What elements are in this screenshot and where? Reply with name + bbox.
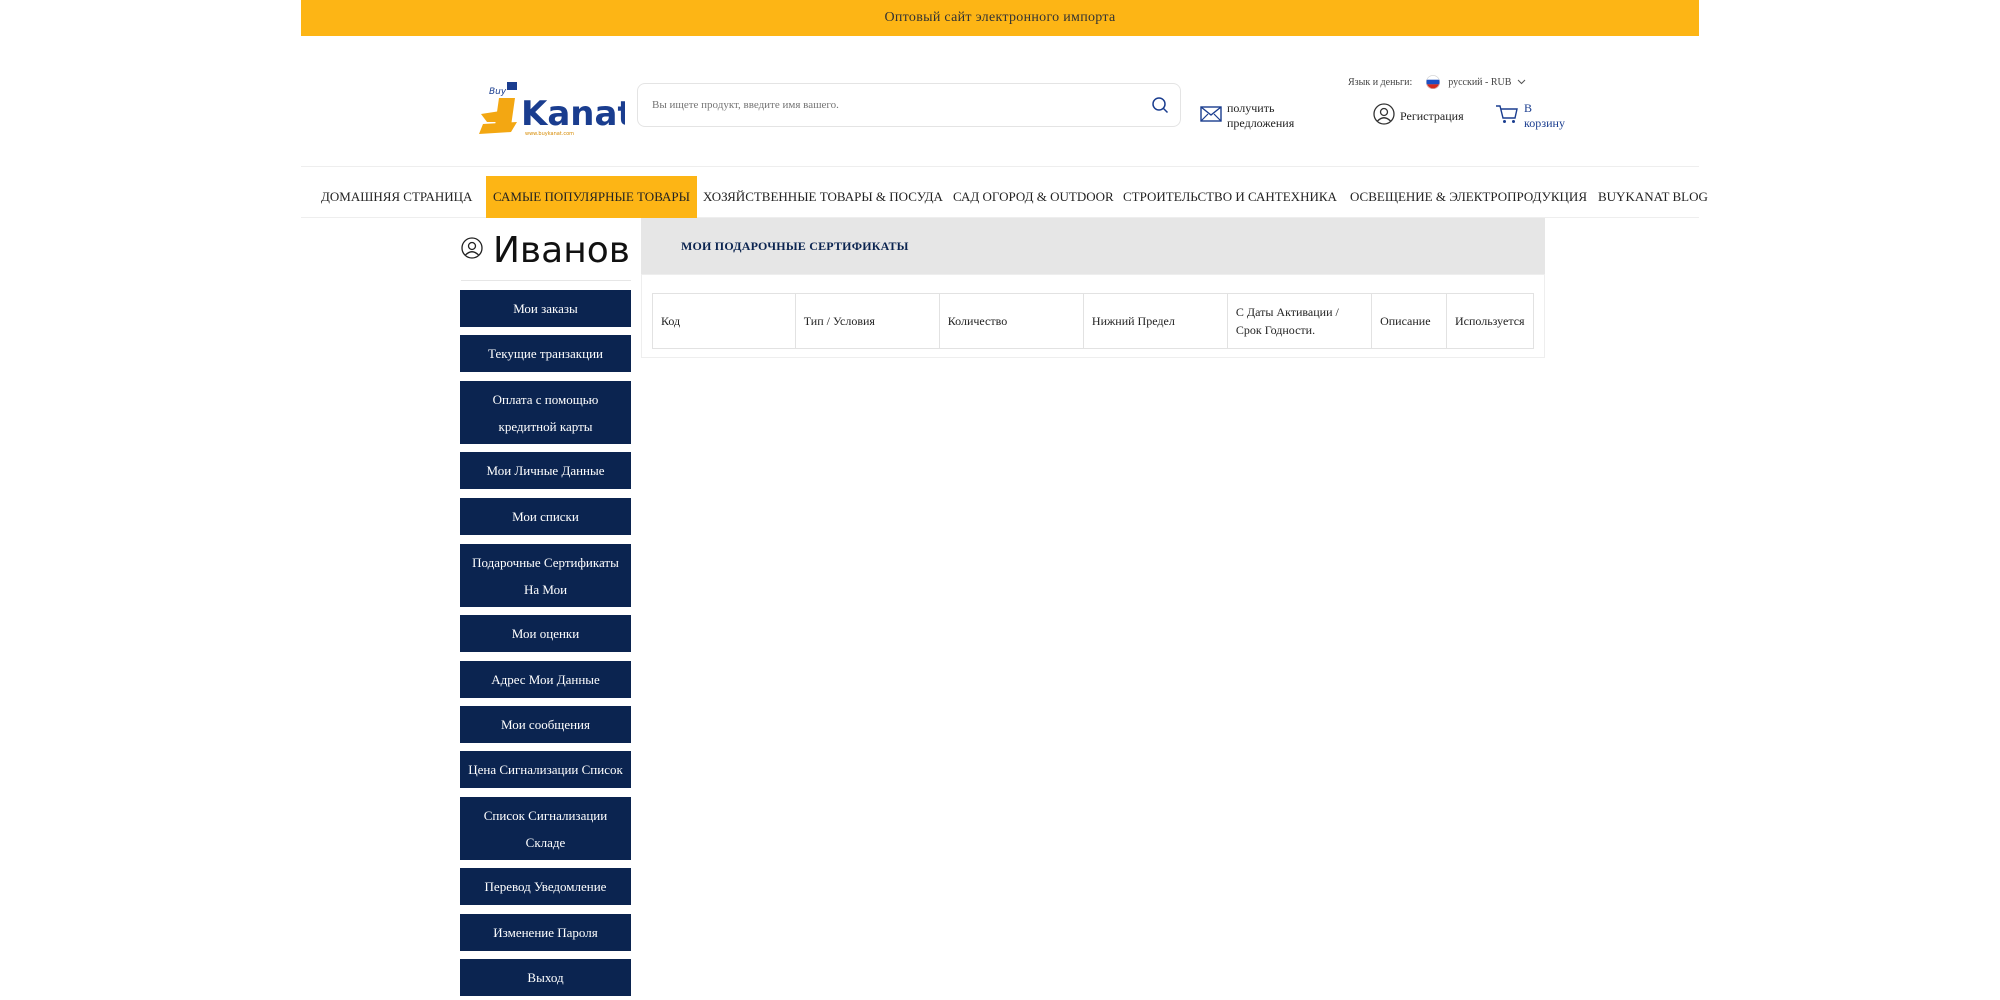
sidebar-item-personal-data[interactable]: Мои Личные Данные: [460, 452, 631, 489]
gift-certificates-panel: Код Тип / Условия Количество Нижний Пред…: [641, 274, 1545, 358]
user-name: Иванов: [493, 229, 630, 271]
get-offers-label: получить предложения: [1227, 101, 1295, 130]
nav-item-popular[interactable]: САМЫЕ ПОПУЛЯРНЫЕ ТОВАРЫ: [486, 176, 697, 218]
sidebar-item-orders[interactable]: Мои заказы: [460, 290, 631, 327]
sidebar-item-address[interactable]: Адрес Мои Данные: [460, 661, 631, 698]
column-header-type: Тип / Условия: [794, 293, 940, 349]
envelope-icon: [1200, 106, 1227, 126]
gift-certificates-table: Код Тип / Условия Количество Нижний Пред…: [652, 293, 1535, 349]
table-header-row: Код Тип / Условия Количество Нижний Пред…: [652, 293, 1535, 349]
register-label: Регистрация: [1400, 108, 1464, 123]
panel-title: МОИ ПОДАРОЧНЫЕ СЕРТИФИКАТЫ: [681, 238, 909, 253]
cart-link[interactable]: В корзину: [1495, 101, 1565, 130]
column-header-quantity: Количество: [938, 293, 1084, 349]
language-value: русский - RUB: [1448, 76, 1512, 88]
sidebar-item-messages[interactable]: Мои сообщения: [460, 706, 631, 743]
column-header-used: Используется: [1445, 293, 1535, 349]
search-icon[interactable]: [1140, 85, 1180, 125]
sidebar-item-price-alerts[interactable]: Цена Сигнализации Список: [460, 751, 631, 788]
user-avatar-icon: [461, 236, 483, 264]
sidebar-item-logout[interactable]: Выход: [460, 959, 631, 996]
sidebar-item-transfer-notice[interactable]: Перевод Уведомление: [460, 868, 631, 905]
panel-header: МОИ ПОДАРОЧНЫЕ СЕРТИФИКАТЫ: [641, 218, 1545, 274]
sidebar-item-lists[interactable]: Мои списки: [460, 498, 631, 535]
nav-item-home[interactable]: ДОМАШНЯЯ СТРАНИЦА: [314, 176, 479, 218]
sidebar-item-gift-certificates[interactable]: Подарочные Сертификаты На Мои: [460, 544, 631, 607]
sidebar-item-card-payment[interactable]: Оплата с помощью кредитной карты: [460, 381, 631, 444]
top-banner-text: Оптовый сайт электронного импорта: [884, 10, 1116, 25]
get-offers-link[interactable]: получить предложения: [1200, 101, 1295, 130]
register-link[interactable]: Регистрация: [1373, 102, 1464, 130]
sidebar-item-stock-alerts[interactable]: Список Сигнализации Складе: [460, 797, 631, 860]
main-nav: ДОМАШНЯЯ СТРАНИЦА САМЫЕ ПОПУЛЯРНЫЕ ТОВАР…: [301, 166, 1708, 218]
sidebar-item-transactions[interactable]: Текущие транзакции: [460, 335, 631, 372]
column-header-validity: С Даты Активации / Срок Годности.: [1226, 293, 1373, 349]
nav-item-construction[interactable]: СТРОИТЕЛЬСТВО И САНТЕХНИКА: [1116, 176, 1344, 218]
logo-wordmark: Kanat: [521, 94, 625, 134]
search-box: [637, 83, 1181, 127]
top-banner: Оптовый сайт электронного импорта: [301, 0, 1699, 36]
chevron-down-icon: [1517, 77, 1526, 88]
cart-label: В корзину: [1524, 101, 1565, 130]
language-currency[interactable]: Язык и деньги: русский - RUB: [1348, 72, 1526, 92]
divider: [461, 280, 631, 281]
nav-item-lighting[interactable]: ОСВЕЩЕНИЕ & ЭЛЕКТРОПРОДУКЦИЯ: [1343, 176, 1594, 218]
user-icon: [1373, 103, 1400, 129]
column-header-lower-limit: Нижний Предел: [1082, 293, 1228, 349]
search-input[interactable]: [650, 98, 1140, 112]
language-label: Язык и деньги:: [1348, 76, 1413, 88]
column-header-description: Описание: [1371, 293, 1447, 349]
svg-text:www.buykanat.com: www.buykanat.com: [525, 131, 574, 137]
nav-item-household[interactable]: ХОЗЯЙСТВЕННЫЕ ТОВАРЫ & ПОСУДА: [696, 176, 950, 218]
user-header: Иванов: [461, 222, 630, 278]
nav-item-garden[interactable]: САД ОГОРОД & OUTDOOR: [946, 176, 1121, 218]
cart-icon: [1495, 104, 1524, 128]
nav-item-blog[interactable]: BUYKANAT BLOG: [1591, 176, 1715, 218]
svg-text:Buy: Buy: [489, 87, 507, 97]
site-header: Buy Kanat www.buykanat.com Язык и деньги…: [301, 36, 1699, 166]
russia-flag-icon: [1426, 75, 1441, 89]
column-header-code: Код: [652, 293, 796, 349]
sidebar-item-change-password[interactable]: Изменение Пароля: [460, 914, 631, 951]
page: Оптовый сайт электронного импорта Buy Ka…: [301, 0, 1708, 1000]
site-logo[interactable]: Buy Kanat www.buykanat.com: [477, 80, 634, 138]
sidebar-item-ratings[interactable]: Мои оценки: [460, 615, 631, 652]
